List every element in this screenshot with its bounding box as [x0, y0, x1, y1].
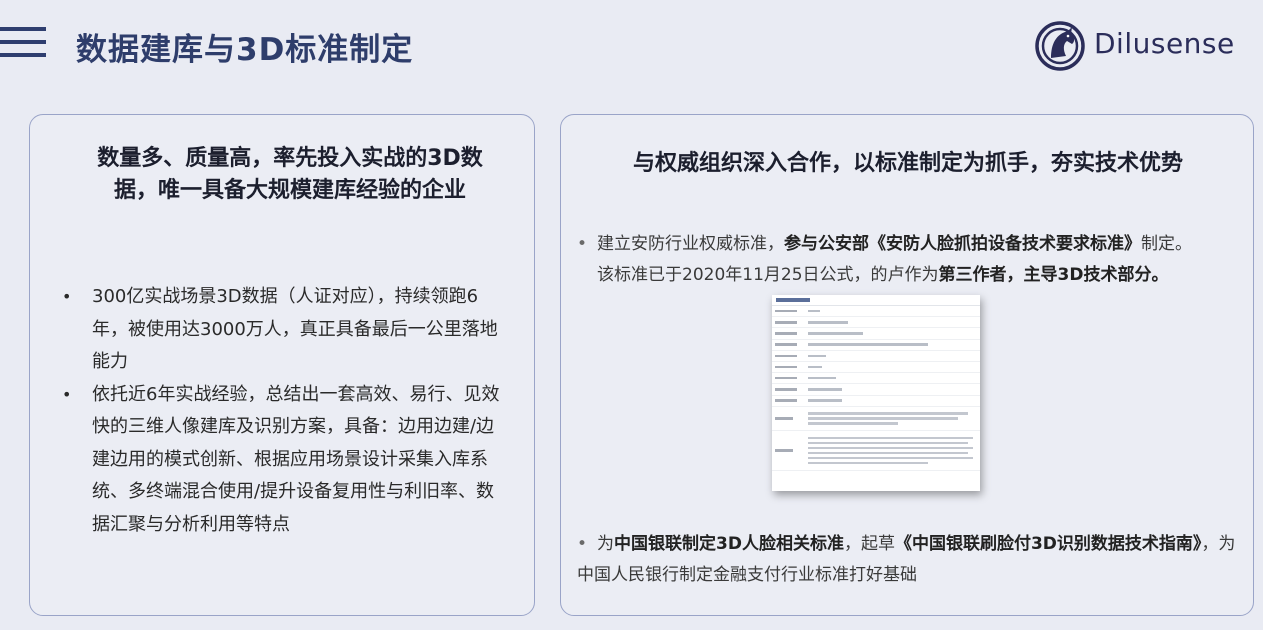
bullet1-bold-2: 第三作者，主导3D技术部分。: [938, 265, 1169, 285]
right-panel: 与权威组织深入合作，以标准制定为抓手，夯实技术优势 • 建立安防行业权威标准，参与…: [560, 114, 1254, 616]
bullet2-text-1: 为: [597, 534, 614, 554]
right-bullet-2: • 为中国银联制定3D人脸相关标准，起草《中国银联刷脸付3D识别数据技术指南》，为…: [577, 529, 1237, 591]
bullet2-bold-2: 《中国银联刷脸付3D识别数据技术指南》: [894, 534, 1202, 554]
standard-document-image: [772, 295, 980, 491]
bullet2-bold-1: 中国银联制定3D人脸相关标准: [614, 534, 844, 554]
left-bullet-item: 300亿实战场景3D数据（人证对应），持续领跑6年，被使用达3000万人，真正具…: [62, 281, 512, 379]
bullet1-bold-1: 参与公安部《安防人脸抓拍设备技术要求标准》: [784, 234, 1141, 254]
right-panel-heading: 与权威组织深入合作，以标准制定为抓手，夯实技术优势: [632, 151, 1183, 176]
company-logo: Dilusense: [1034, 20, 1244, 74]
bullet-dot: •: [577, 234, 588, 254]
logo-text: Dilusense: [1094, 27, 1235, 60]
bullet2-text-2: ，起草: [843, 534, 895, 554]
left-heading-line-2: 据，唯一具备大规模建库经验的企业: [113, 178, 466, 203]
left-panel: 数量多、质量高，率先投入实战的3D数 据，唯一具备大规模建库经验的企业 300亿…: [29, 114, 535, 616]
bullet-dot: •: [577, 534, 588, 554]
left-heading-line-1: 数量多、质量高，率先投入实战的3D数: [97, 146, 483, 171]
menu-icon: [0, 27, 46, 67]
left-bullet-list: 300亿实战场景3D数据（人证对应），持续领跑6年，被使用达3000万人，真正具…: [62, 281, 512, 541]
bullet1-text-3: 该标准已于2020年11月25日公式，的卢作为: [597, 265, 939, 285]
bullet1-text-2: 制定。: [1141, 234, 1192, 254]
page-title: 数据建库与3D标准制定: [76, 32, 414, 68]
right-bullet-1: • 建立安防行业权威标准，参与公安部《安防人脸抓拍设备技术要求标准》制定。 该标准…: [577, 229, 1237, 291]
logo-mark-icon: [1035, 21, 1085, 71]
left-bullet-item: 依托近6年实战经验，总结出一套高效、易行、见效快的三维人像建库及识别方案，具备：…: [62, 379, 512, 542]
left-panel-heading: 数量多、质量高，率先投入实战的3D数 据，唯一具备大规模建库经验的企业: [70, 143, 510, 207]
bullet1-text-1: 建立安防行业权威标准，: [597, 234, 784, 254]
